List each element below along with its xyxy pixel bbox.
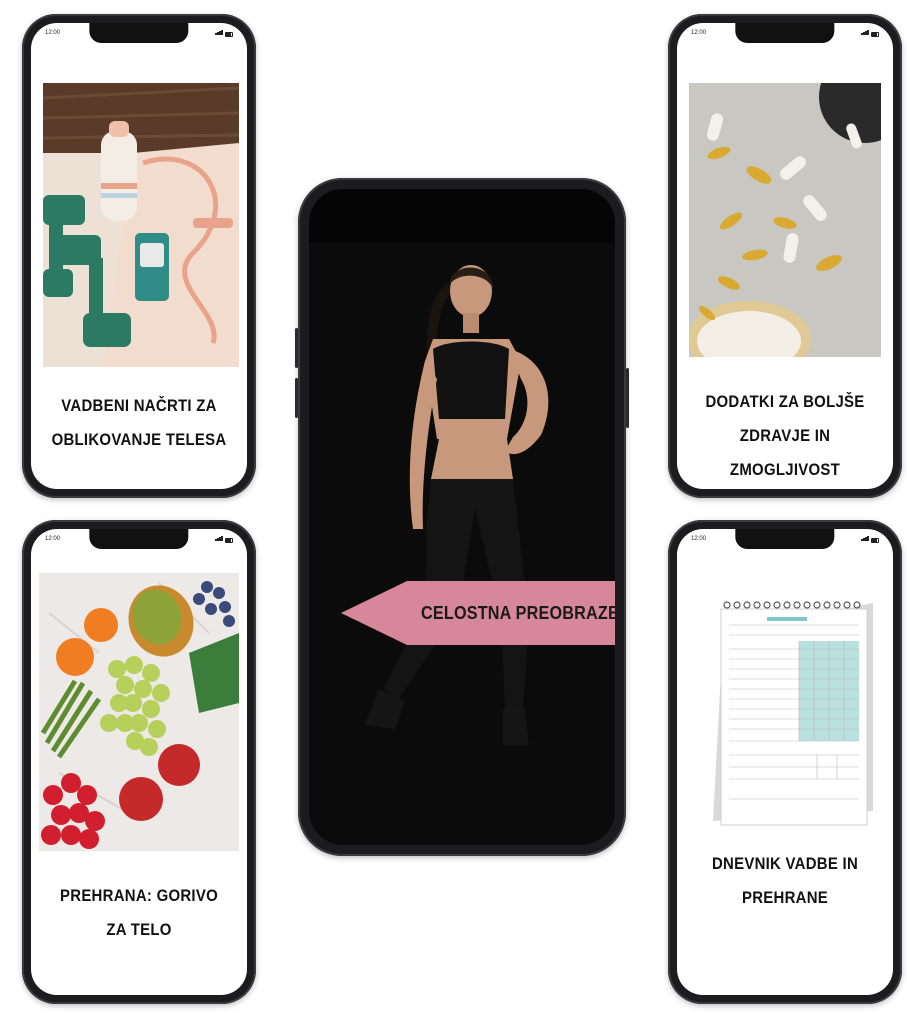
banner-label: CELOSTNA PREOBRAZBA [421, 603, 615, 623]
status-bar: 12:00 [691, 536, 879, 546]
status-bar: 12:00 [45, 30, 233, 40]
phone-mockup-workout-plans: 12:00 VADBENI NAČRTI ZA OBLIKOVANJE TELE… [22, 14, 256, 498]
workout-gear-photo [43, 83, 239, 367]
card-caption: DNEVNIK VADBE IN PREHRANE [711, 854, 859, 907]
supplements-photo [689, 83, 881, 357]
signal-icon [215, 536, 223, 543]
signal-icon [861, 30, 869, 37]
status-time: 12:00 [691, 536, 707, 542]
card-caption: VADBENI NAČRTI ZA OBLIKOVANJE TELESA [51, 396, 227, 449]
status-time: 12:00 [45, 536, 61, 542]
phone-screen: 12:00 [677, 23, 893, 489]
battery-icon [871, 538, 879, 543]
phone-screen: 12:00 [31, 529, 247, 995]
volume-button [295, 328, 298, 368]
battery-icon [225, 32, 233, 37]
battery-icon [871, 32, 879, 37]
status-bar: 12:00 [691, 30, 879, 40]
signal-icon [215, 30, 223, 37]
phone-mockup-supplements: 12:00 DODATKI ZA BOLJŠE ZDRAVJE IN ZMOGL… [668, 14, 902, 498]
card-caption: DODATKI ZA BOLJŠE ZDRAVJE IN ZMOGLJIVOST [705, 392, 865, 479]
phone-screen: 12:00 [677, 529, 893, 995]
signal-icon [861, 536, 869, 543]
phone-screen: CELOSTNA PREOBRAZBA [309, 189, 615, 845]
phone-mockup-workout-journal: 12:00 DNEVNIK VADBE IN PREHRANE [668, 520, 902, 1004]
status-time: 12:00 [45, 30, 61, 36]
phone-mockup-transformation: CELOSTNA PREOBRAZBA [295, 178, 629, 856]
status-bar: 12:00 [45, 536, 233, 546]
battery-icon [225, 538, 233, 543]
phone-screen: 12:00 [31, 23, 247, 489]
status-time: 12:00 [691, 30, 707, 36]
power-button [626, 368, 629, 428]
phone-mockup-nutrition: 12:00 PREHRANA: GORIVO ZA TELO [22, 520, 256, 1004]
volume-button [295, 378, 298, 418]
athlete-photo [309, 189, 615, 787]
transformation-banner: CELOSTNA PREOBRAZBA [341, 581, 615, 645]
card-caption: PREHRANA: GORIVO ZA TELO [60, 886, 218, 939]
fruits-vegetables-photo [39, 573, 239, 851]
journal-notebook-image [707, 595, 873, 831]
